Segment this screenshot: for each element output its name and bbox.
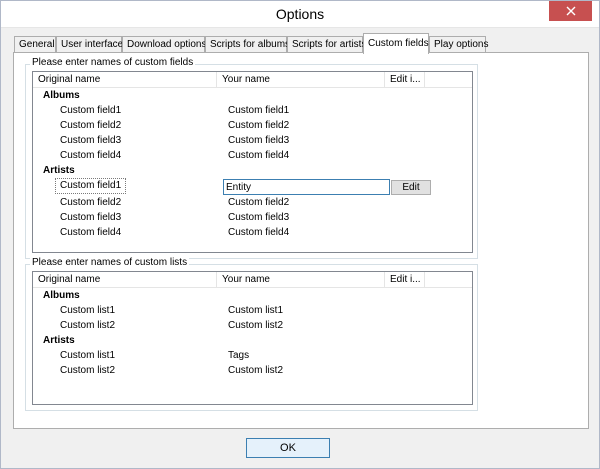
list-item-selected[interactable]: Custom field1 Edit [33, 178, 472, 196]
list-item[interactable]: Custom field4 Custom field4 [33, 149, 472, 164]
custom-lists-legend: Please enter names of custom lists [30, 257, 190, 268]
tab-play-options[interactable]: Play options [429, 36, 488, 53]
tab-user-interface[interactable]: User interface [56, 36, 123, 53]
custom-fields-list[interactable]: Original name Your name Edit i... Albums… [32, 71, 473, 253]
your-name: Custom field3 [228, 212, 290, 223]
title-bar[interactable]: Options [1, 1, 599, 28]
list-header: Original name Your name Edit i... [33, 272, 472, 288]
custom-fields-panel: Please enter names of custom fields Orig… [13, 52, 589, 429]
original-name: Custom field3 [60, 212, 122, 223]
list-item[interactable]: Custom field2 Custom field2 [33, 196, 472, 211]
your-name: Custom field2 [228, 197, 290, 208]
list-item[interactable]: Custom list1 Custom list1 [33, 304, 472, 319]
group-title: Artists [43, 335, 75, 346]
original-name: Custom list2 [60, 365, 116, 376]
list-item[interactable]: Custom list1 Tags [33, 349, 472, 364]
custom-lists-list[interactable]: Original name Your name Edit i... Albums… [32, 271, 473, 405]
tab-download-options[interactable]: Download options [122, 36, 207, 53]
group-title: Albums [43, 90, 80, 101]
list-item[interactable]: Custom field4 Custom field4 [33, 226, 472, 241]
list-item[interactable]: Custom field2 Custom field2 [33, 119, 472, 134]
your-name: Tags [228, 350, 250, 361]
column-edit[interactable]: Edit i... [385, 72, 425, 88]
original-name: Custom field3 [60, 135, 122, 146]
column-your-name[interactable]: Your name [217, 72, 385, 88]
tab-scripts-for-albums[interactable]: Scripts for albums [205, 36, 290, 53]
original-name: Custom field4 [60, 150, 122, 161]
your-name: Custom field4 [228, 227, 290, 238]
column-your-name[interactable]: Your name [217, 272, 385, 288]
your-name-input[interactable] [223, 179, 390, 195]
group-header-albums: Albums [33, 89, 472, 104]
list-item[interactable]: Custom field3 Custom field3 [33, 211, 472, 226]
your-name: Custom field1 [228, 105, 290, 116]
original-name: Custom list2 [60, 320, 116, 331]
column-original-name[interactable]: Original name [33, 272, 217, 288]
list-item[interactable]: Custom list2 Custom list2 [33, 319, 472, 334]
your-name: Custom field3 [228, 135, 290, 146]
tab-scripts-for-artists[interactable]: Scripts for artists [287, 36, 366, 53]
custom-fields-legend: Please enter names of custom fields [30, 57, 196, 68]
column-original-name[interactable]: Original name [33, 72, 217, 88]
tab-custom-fields[interactable]: Custom fields [363, 33, 429, 54]
your-name: Custom field4 [228, 150, 290, 161]
your-name: Custom list2 [228, 365, 284, 376]
your-name: Custom list2 [228, 320, 284, 331]
tab-general[interactable]: General [14, 36, 56, 53]
original-name: Custom field2 [60, 120, 122, 131]
window-title: Options [275, 6, 325, 22]
group-header-albums: Albums [33, 289, 472, 304]
ok-button[interactable]: OK [246, 438, 330, 458]
edit-button[interactable]: Edit [391, 180, 431, 195]
list-item[interactable]: Custom field3 Custom field3 [33, 134, 472, 149]
group-title: Albums [43, 290, 80, 301]
column-edit[interactable]: Edit i... [385, 272, 425, 288]
original-name: Custom field4 [60, 227, 122, 238]
original-name: Custom list1 [60, 350, 116, 361]
close-icon [566, 6, 575, 16]
your-name: Custom field2 [228, 120, 290, 131]
list-header: Original name Your name Edit i... [33, 72, 472, 88]
group-title: Artists [43, 165, 75, 176]
original-name: Custom field2 [60, 197, 122, 208]
options-window: Options General User interface Download … [0, 0, 600, 469]
original-name: Custom field1 [60, 105, 122, 116]
your-name: Custom list1 [228, 305, 284, 316]
custom-lists-group: Please enter names of custom lists Origi… [25, 257, 478, 411]
list-item[interactable]: Custom field1 Custom field1 [33, 104, 472, 119]
original-name: Custom list1 [60, 305, 116, 316]
group-header-artists: Artists [33, 164, 472, 179]
list-item[interactable]: Custom list2 Custom list2 [33, 364, 472, 379]
original-name: Custom field1 [54, 178, 127, 194]
close-button[interactable] [549, 1, 592, 21]
custom-fields-group: Please enter names of custom fields Orig… [25, 57, 478, 259]
group-header-artists: Artists [33, 334, 472, 349]
